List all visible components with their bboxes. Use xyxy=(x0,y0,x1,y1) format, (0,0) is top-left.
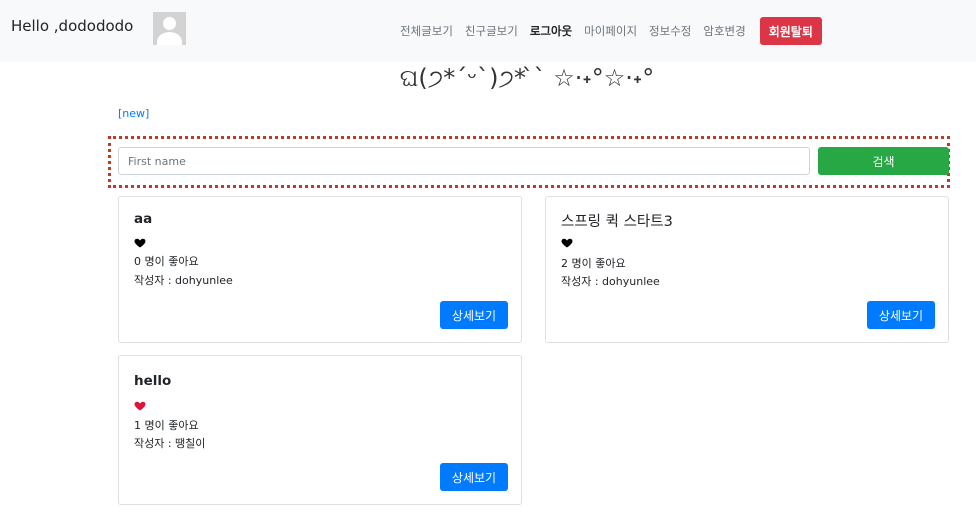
navbar: Hello ,dodododo 전체글보기 친구글보기 로그아웃 마이페이지 정… xyxy=(0,0,976,62)
avatar-head-shape xyxy=(163,17,176,30)
heart-icon[interactable] xyxy=(134,400,146,412)
new-post-link[interactable]: [new] xyxy=(118,107,149,120)
detail-button[interactable]: 상세보기 xyxy=(440,301,508,329)
search-input[interactable] xyxy=(118,147,810,175)
nav-friend-posts[interactable]: 친구글보기 xyxy=(465,23,518,39)
post-author: 작성자 : dohyunlee xyxy=(561,275,660,288)
heart-icon[interactable] xyxy=(134,237,146,249)
nav-links: 전체글보기 친구글보기 로그아웃 마이페이지 정보수정 암호변경 회원탈퇴 xyxy=(400,17,822,45)
post-author: 작성자 : dohyunlee xyxy=(134,274,233,287)
withdraw-button[interactable]: 회원탈퇴 xyxy=(759,17,822,45)
nav-all-posts[interactable]: 전체글보기 xyxy=(400,23,453,39)
avatar xyxy=(153,12,186,45)
nav-edit-info[interactable]: 정보수정 xyxy=(649,23,691,39)
heart-icon[interactable] xyxy=(561,237,573,249)
post-card: aa 0 명이 좋아요 작성자 : dohyunlee 상세보기 xyxy=(118,196,522,343)
post-card: 스프링 퀵 스타트3 2 명이 좋아요 작성자 : dohyunlee 상세보기 xyxy=(545,196,949,343)
post-title: 스프링 퀵 스타트3 xyxy=(561,214,673,230)
nav-logout[interactable]: 로그아웃 xyxy=(530,23,572,39)
greeting-text: Hello ,dodododo xyxy=(11,17,134,35)
post-likes: 2 명이 좋아요 xyxy=(561,257,626,270)
post-title: hello xyxy=(134,373,172,389)
search-button[interactable]: 검색 xyxy=(818,147,949,175)
nav-change-password[interactable]: 암호변경 xyxy=(703,23,745,39)
post-card: hello 1 명이 좋아요 작성자 : 땡칠이 상세보기 xyxy=(118,355,522,505)
post-likes: 0 명이 좋아요 xyxy=(134,255,199,268)
post-author: 작성자 : 땡칠이 xyxy=(134,437,206,450)
avatar-body-shape xyxy=(157,32,182,45)
post-title: aa xyxy=(134,211,153,227)
nav-mypage[interactable]: 마이페이지 xyxy=(584,23,637,39)
detail-button[interactable]: 상세보기 xyxy=(440,463,508,491)
detail-button[interactable]: 상세보기 xyxy=(867,301,935,329)
post-likes: 1 명이 좋아요 xyxy=(134,419,199,432)
kaomoji-banner: ଘ(੭*ˊᵕˋ)੭* ̀ˋ ☆·˖°☆·˖° xyxy=(399,64,655,92)
